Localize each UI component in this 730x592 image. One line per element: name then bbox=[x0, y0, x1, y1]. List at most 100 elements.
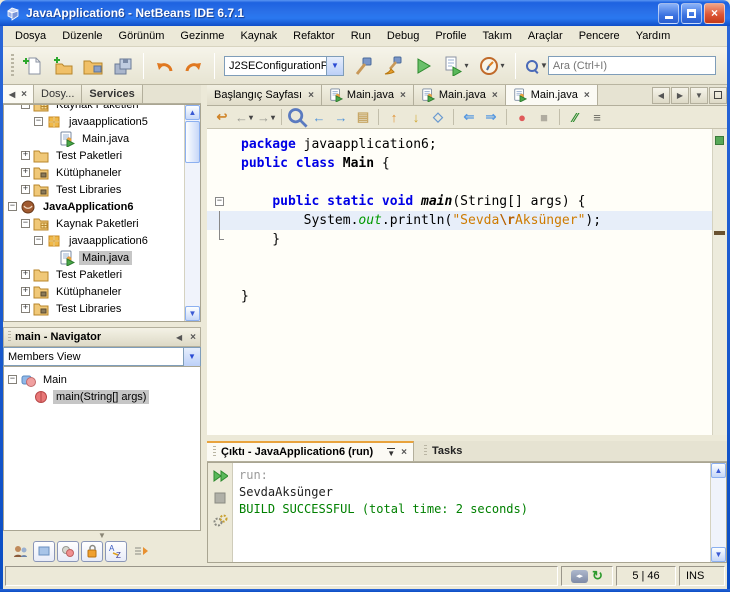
menu-profile[interactable]: Profile bbox=[427, 28, 474, 44]
maximize-button[interactable] bbox=[681, 2, 702, 24]
background-scan-icon[interactable]: ↻ bbox=[592, 568, 603, 584]
close-icon[interactable]: × bbox=[400, 90, 406, 101]
expand-toggle-icon[interactable]: − bbox=[21, 105, 30, 109]
expand-toggle-icon[interactable]: + bbox=[21, 304, 30, 313]
toggle-highlight-search-button[interactable]: ▤ bbox=[352, 107, 374, 127]
code-line-6[interactable]: } bbox=[207, 230, 712, 249]
project-node-kaynak-paketleri[interactable]: − Kaynak Paketleri bbox=[4, 105, 184, 113]
fully-qualified-names-button[interactable] bbox=[129, 541, 151, 562]
menu-aralar[interactable]: Araçlar bbox=[520, 28, 571, 44]
chevron-down-icon[interactable]: ▾ bbox=[464, 61, 468, 70]
clean-build-button[interactable] bbox=[378, 51, 408, 81]
error-stripe[interactable] bbox=[712, 129, 727, 435]
navigator-collapse-grip[interactable]: ▼ bbox=[3, 531, 201, 540]
sort-alphabetically-button[interactable] bbox=[105, 540, 127, 562]
minimize-output-icon[interactable]: ▼ bbox=[387, 447, 396, 457]
menu-dzenle[interactable]: Düzenle bbox=[54, 28, 110, 44]
projects-scrollbar[interactable]: ▲ ▼ bbox=[184, 105, 200, 321]
navigator-view-selector[interactable]: Members View ▼ bbox=[3, 347, 201, 366]
expand-toggle-icon[interactable]: + bbox=[21, 168, 30, 177]
expand-toggle-icon[interactable]: − bbox=[21, 219, 30, 228]
project-node-javaapplication6[interactable]: − JavaApplication6 bbox=[4, 198, 184, 215]
forward-button[interactable]: → ▾ bbox=[255, 107, 277, 127]
navigator-node-main-string-args-[interactable]: main(String[] args) bbox=[4, 388, 200, 405]
chevron-down-icon[interactable]: ▼ bbox=[540, 61, 548, 70]
start-macro-recording-button[interactable]: ● bbox=[511, 107, 533, 127]
code-line-3[interactable] bbox=[207, 173, 712, 192]
project-node-test-paketleri[interactable]: + Test Paketleri bbox=[4, 147, 184, 164]
next-bookmark-button[interactable]: ↓ bbox=[405, 107, 427, 127]
tab-list-icon[interactable]: ▼ bbox=[690, 86, 708, 104]
close-icon[interactable]: × bbox=[584, 90, 590, 101]
scrollbar-thumb[interactable] bbox=[185, 121, 200, 163]
code-line-2[interactable]: public class Main { bbox=[207, 154, 712, 173]
code-line-8[interactable] bbox=[207, 268, 712, 287]
title-bar[interactable]: JavaApplication6 - NetBeans IDE 6.7.1 × bbox=[0, 0, 730, 26]
project-node-test-libraries[interactable]: + Test Libraries bbox=[4, 300, 184, 317]
menu-yardm[interactable]: Yardım bbox=[628, 28, 679, 44]
navigator-header[interactable]: main - Navigator ◀ × bbox=[3, 327, 201, 347]
show-inner-classes-button[interactable] bbox=[57, 540, 79, 562]
debug-project-button[interactable]: ▾ bbox=[438, 51, 474, 81]
expand-toggle-icon[interactable]: + bbox=[21, 287, 30, 296]
code-line-7[interactable] bbox=[207, 249, 712, 268]
expand-toggle-icon[interactable]: − bbox=[8, 375, 17, 384]
navigator-node-main[interactable]: − Main bbox=[4, 371, 200, 388]
scroll-down-icon[interactable]: ▼ bbox=[185, 306, 200, 321]
expand-toggle-icon[interactable]: − bbox=[8, 202, 17, 211]
ant-settings-button[interactable] bbox=[210, 510, 230, 530]
project-node-javaapplication5[interactable]: − javaapplication5 bbox=[4, 113, 184, 130]
last-edit-position-button[interactable]: ↩ bbox=[211, 107, 233, 127]
chevron-down-icon[interactable]: ▾ bbox=[271, 113, 275, 122]
expand-toggle-icon[interactable]: − bbox=[34, 117, 43, 126]
code-fold-toggle-icon[interactable]: − bbox=[215, 197, 224, 206]
project-node-test-libraries[interactable]: + Test Libraries bbox=[4, 181, 184, 198]
minimize-window-icon[interactable]: ◀ bbox=[176, 333, 182, 342]
new-project-button[interactable] bbox=[48, 51, 78, 81]
show-fields-button[interactable] bbox=[33, 540, 55, 562]
code-line-1[interactable]: package javaapplication6; bbox=[207, 135, 712, 154]
project-node-test-paketleri[interactable]: + Test Paketleri bbox=[4, 266, 184, 283]
save-all-button[interactable] bbox=[108, 51, 138, 81]
tab-projects-active[interactable]: ◀ × bbox=[3, 85, 34, 103]
minimize-window-icon[interactable]: ◀ bbox=[9, 90, 15, 99]
back-button[interactable]: ← ▾ bbox=[233, 107, 255, 127]
expand-toggle-icon[interactable]: + bbox=[21, 185, 30, 194]
find-selection-button[interactable] bbox=[286, 107, 308, 127]
editor-tab-1[interactable]: Main.java × bbox=[321, 85, 414, 105]
scroll-up-icon[interactable]: ▲ bbox=[711, 463, 726, 478]
build-project-button[interactable] bbox=[348, 51, 378, 81]
menu-pencere[interactable]: Pencere bbox=[571, 28, 628, 44]
menu-takm[interactable]: Takım bbox=[475, 28, 520, 44]
shift-line-right-button[interactable]: ⇒ bbox=[480, 107, 502, 127]
output-console[interactable]: run: SevdaAksünger BUILD SUCCESSFUL (total… bbox=[233, 465, 710, 562]
scroll-tabs-left-icon[interactable]: ◀ bbox=[652, 86, 670, 104]
editor-tab-2[interactable]: Main.java × bbox=[413, 85, 506, 105]
chevron-down-icon[interactable]: ▼ bbox=[183, 347, 200, 366]
close-icon[interactable]: × bbox=[190, 332, 196, 343]
redo-button[interactable] bbox=[179, 51, 209, 81]
project-node-javaapplication6[interactable]: − javaapplication6 bbox=[4, 232, 184, 249]
minimize-button[interactable] bbox=[658, 2, 679, 24]
output-scrollbar[interactable]: ▲ ▼ bbox=[710, 463, 726, 562]
find-previous-occurrence-button[interactable]: ← bbox=[308, 107, 330, 127]
chevron-down-icon[interactable]: ▾ bbox=[500, 61, 504, 70]
tab-files[interactable]: Dosy... bbox=[34, 85, 83, 103]
scroll-down-icon[interactable]: ▼ bbox=[711, 547, 726, 562]
tab-tasks[interactable]: Tasks bbox=[414, 441, 472, 461]
find-next-occurrence-button[interactable]: → bbox=[330, 107, 352, 127]
toggle-bookmark-button[interactable]: ◇ bbox=[427, 107, 449, 127]
profile-project-button[interactable]: ▾ bbox=[474, 51, 510, 81]
close-button[interactable]: × bbox=[704, 2, 725, 24]
search-input[interactable] bbox=[547, 56, 716, 75]
run-project-button[interactable] bbox=[408, 51, 438, 81]
project-node-main-java[interactable]: Main.java bbox=[4, 249, 184, 266]
menu-gezinme[interactable]: Gezinme bbox=[172, 28, 232, 44]
code-line-5[interactable]: System.out.println("Sevda\rAksünger"); bbox=[207, 211, 712, 230]
show-inherited-members-button[interactable] bbox=[9, 541, 31, 562]
maximize-editor-icon[interactable] bbox=[709, 86, 727, 104]
scroll-up-icon[interactable]: ▲ bbox=[185, 105, 200, 120]
new-file-button[interactable] bbox=[18, 51, 48, 81]
code-line-9[interactable]: } bbox=[207, 287, 712, 306]
expand-toggle-icon[interactable]: + bbox=[21, 151, 30, 160]
